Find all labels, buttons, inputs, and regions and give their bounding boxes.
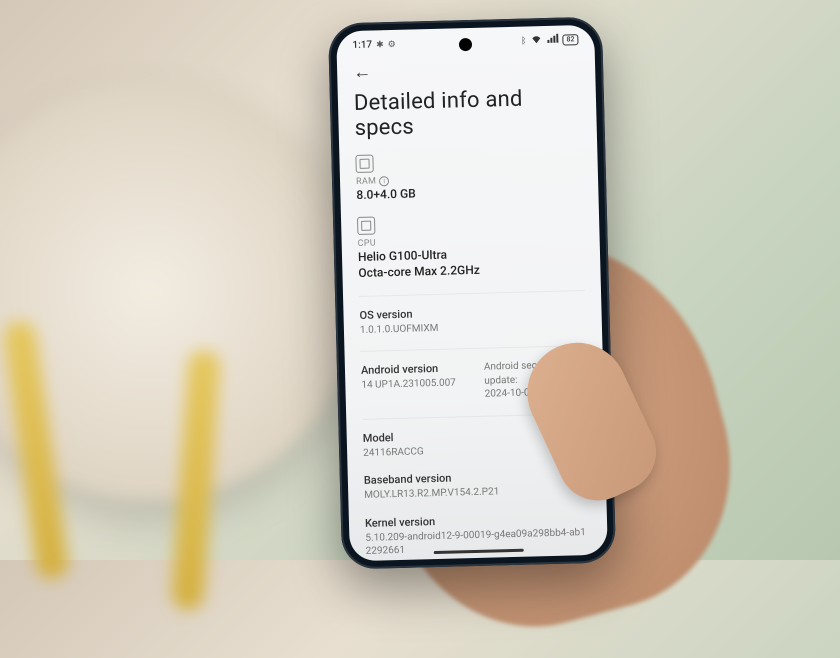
notification-icon: ✱	[376, 40, 384, 50]
spec-cpu[interactable]: CPU Helio G100-Ultra Octa-core Max 2.2GH…	[357, 211, 585, 281]
settings-dot-icon: ⚙	[388, 39, 396, 49]
cpu-label: CPU	[358, 239, 377, 249]
page-title: Detailed info and specs	[338, 83, 598, 156]
ram-label: RAM	[356, 176, 376, 187]
kernel-value: 5.10.209-android12-9-00019-g4ea09a298bb4…	[365, 526, 592, 559]
info-icon[interactable]: i	[379, 176, 389, 186]
bluetooth-icon: ᛒ	[521, 36, 527, 46]
wifi-icon	[530, 34, 542, 47]
cpu-chip-icon	[357, 217, 375, 235]
back-button[interactable]: ←	[353, 62, 372, 83]
spec-baseband[interactable]: Baseband version MOLY.LR13.R2.MP.V154.2.…	[364, 468, 591, 502]
android-value: 14 UP1A.231005.007	[361, 376, 464, 392]
spec-ram[interactable]: RAM i 8.0+4.0 GB	[355, 149, 582, 203]
signal-icon	[546, 34, 558, 47]
android-label: Android version	[361, 361, 464, 377]
ram-chip-icon	[355, 155, 373, 173]
battery-icon: 82	[562, 34, 578, 45]
spec-os[interactable]: OS version 1.0.1.0.UOFMIXM	[359, 290, 586, 337]
status-time: 1:17	[352, 40, 372, 52]
background-table	[0, 80, 360, 500]
